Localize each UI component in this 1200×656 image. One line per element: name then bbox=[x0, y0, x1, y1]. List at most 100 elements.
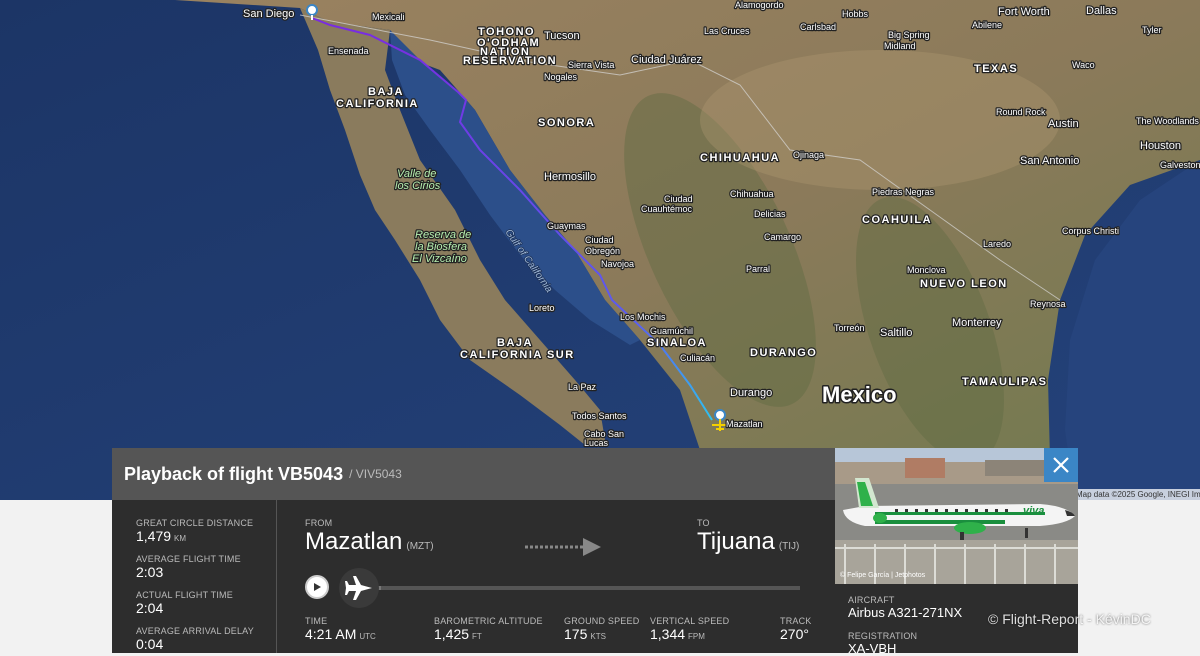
live-altitude: BAROMETRIC ALTITUDE 1,425 FT bbox=[434, 616, 543, 644]
map-label: Parral bbox=[746, 264, 770, 274]
origin-block: FROM Mazatlan (MZT) bbox=[305, 518, 434, 556]
play-button[interactable] bbox=[305, 575, 329, 599]
map-label: los Cirios bbox=[395, 180, 441, 192]
live-label: VERTICAL SPEED bbox=[650, 616, 730, 626]
map-label: Alamogordo bbox=[735, 0, 784, 10]
map-label: Galveston bbox=[1160, 160, 1200, 170]
to-label: TO bbox=[697, 518, 710, 528]
map-label: Big Spring bbox=[888, 30, 930, 40]
map-label: Laredo bbox=[983, 239, 1011, 249]
map-label: San Diego bbox=[243, 8, 294, 20]
map-label: Round Rock bbox=[996, 107, 1046, 117]
playback-panel: Playback of flight VB5043 / VIV5043 GREA… bbox=[112, 448, 835, 653]
panel-subtitle: / VIV5043 bbox=[349, 467, 402, 481]
live-time: TIME 4:21 AM UTC bbox=[305, 616, 376, 644]
live-ground-speed: GROUND SPEED 175 KTS bbox=[564, 616, 639, 644]
map-label: TAMAULIPAS bbox=[962, 376, 1047, 388]
live-value: 1,425 bbox=[434, 626, 470, 642]
map-label: Corpus Christi bbox=[1062, 226, 1119, 236]
live-unit: UTC bbox=[359, 632, 376, 641]
flight-map[interactable]: San Diego Mexicali Ensenada TOHONO O'ODH… bbox=[0, 0, 1200, 500]
live-value: 4:21 AM bbox=[305, 626, 357, 642]
watermark: © Flight-Report - KévinDC bbox=[988, 611, 1151, 627]
playback-timeline[interactable] bbox=[372, 586, 800, 590]
map-label: Carlsbad bbox=[800, 22, 836, 32]
aircraft-type-label: AIRCRAFT bbox=[848, 595, 895, 605]
origin-city: Mazatlan bbox=[305, 528, 403, 555]
aircraft-photo[interactable]: viva © Felipe García | Jetphotos bbox=[835, 448, 1078, 584]
map-label: BAJA bbox=[368, 86, 404, 98]
from-label: FROM bbox=[305, 518, 333, 528]
live-unit: FT bbox=[472, 632, 482, 641]
map-label: Hobbs bbox=[842, 9, 869, 19]
aircraft-type-value: Airbus A321-271NX bbox=[848, 605, 963, 620]
map-label: Las Cruces bbox=[704, 26, 750, 36]
destination-code: (TIJ) bbox=[778, 541, 800, 552]
map-label: Torreón bbox=[834, 323, 865, 333]
map-label: RESERVATION bbox=[463, 55, 557, 67]
map-label: Navojoa bbox=[601, 259, 634, 269]
live-value: 1,344 bbox=[650, 626, 686, 642]
stat-distance: GREAT CIRCLE DISTANCE 1,479 KM bbox=[136, 518, 253, 546]
map-label: Guaymas bbox=[547, 221, 586, 231]
map-label: Monclova bbox=[907, 265, 946, 275]
panel-header: Playback of flight VB5043 / VIV5043 bbox=[112, 448, 835, 500]
map-label: Sierra Vista bbox=[568, 60, 614, 70]
map-label: The Woodlands bbox=[1136, 116, 1199, 126]
livery-logo: viva bbox=[1023, 505, 1044, 517]
map-label: Monterrey bbox=[952, 317, 1002, 329]
aircraft-registration: REGISTRATION XA-VBH bbox=[848, 631, 917, 656]
map-label: la Biosfera bbox=[415, 241, 467, 253]
map-label: DURANGO bbox=[750, 347, 817, 359]
map-label: Reserva de bbox=[415, 229, 471, 241]
map-label: Valle de bbox=[397, 168, 436, 180]
map-label: Loreto bbox=[529, 303, 555, 313]
stat-arrival-delay: AVERAGE ARRIVAL DELAY 0:04 bbox=[136, 626, 254, 654]
stat-unit: KM bbox=[174, 534, 187, 543]
map-label: NUEVO LEON bbox=[920, 278, 1008, 290]
map-label: El Vizcaíno bbox=[412, 253, 467, 265]
map-label: CHIHUAHUA bbox=[700, 152, 780, 164]
map-label: COAHUILA bbox=[862, 214, 932, 226]
map-label: SINALOA bbox=[647, 337, 707, 349]
map-label: Dallas bbox=[1086, 5, 1117, 17]
map-label: Austin bbox=[1048, 118, 1079, 130]
map-label: CALIFORNIA bbox=[336, 98, 419, 110]
live-value: 270° bbox=[780, 626, 809, 642]
map-label: CALIFORNIA SUR bbox=[460, 349, 575, 361]
map-label: San Antonio bbox=[1020, 155, 1079, 167]
map-label: Lucas bbox=[584, 438, 609, 448]
map-label: Saltillo bbox=[880, 327, 912, 339]
map-label: Ciudad bbox=[585, 235, 614, 245]
map-label: Camargo bbox=[764, 232, 801, 242]
map-label: La Paz bbox=[568, 382, 597, 392]
destination-city: Tijuana bbox=[697, 528, 775, 555]
photo-credit[interactable]: © Felipe García | Jetphotos bbox=[840, 572, 925, 579]
map-label: Tyler bbox=[1142, 25, 1162, 35]
flight-stats: GREAT CIRCLE DISTANCE 1,479 KM AVERAGE FL… bbox=[112, 500, 277, 653]
stat-average-time: AVERAGE FLIGHT TIME 2:03 bbox=[136, 554, 241, 582]
panel-title: Playback of flight VB5043 bbox=[124, 463, 344, 484]
origin-code: (MZT) bbox=[406, 541, 434, 552]
live-label: TRACK bbox=[780, 616, 812, 626]
map-label: Tucson bbox=[544, 30, 580, 42]
stat-label: GREAT CIRCLE DISTANCE bbox=[136, 518, 254, 528]
stat-label: ACTUAL FLIGHT TIME bbox=[136, 590, 233, 600]
map-label: Guamúchil bbox=[650, 326, 693, 336]
live-label: GROUND SPEED bbox=[564, 616, 640, 626]
play-icon bbox=[314, 583, 321, 591]
stat-value: 2:04 bbox=[136, 600, 164, 616]
map-label: Waco bbox=[1072, 60, 1095, 70]
map-label: Los Mochis bbox=[620, 312, 666, 322]
map-label: Ciudad Juárez bbox=[631, 54, 702, 66]
stat-label: AVERAGE FLIGHT TIME bbox=[136, 554, 241, 564]
map-attribution[interactable]: Map data ©2025 Google, INEGI Im bbox=[1074, 489, 1200, 500]
map-label: Todos Santos bbox=[572, 411, 627, 421]
map-label: Piedras Negras bbox=[872, 187, 935, 197]
stat-value: 1,479 bbox=[136, 528, 172, 544]
map-label: Mexico bbox=[822, 382, 897, 407]
close-button[interactable] bbox=[1044, 448, 1078, 482]
playback-handle-plane-icon[interactable] bbox=[339, 568, 379, 608]
live-unit: KTS bbox=[590, 632, 606, 641]
map-label: Obregón bbox=[585, 246, 620, 256]
